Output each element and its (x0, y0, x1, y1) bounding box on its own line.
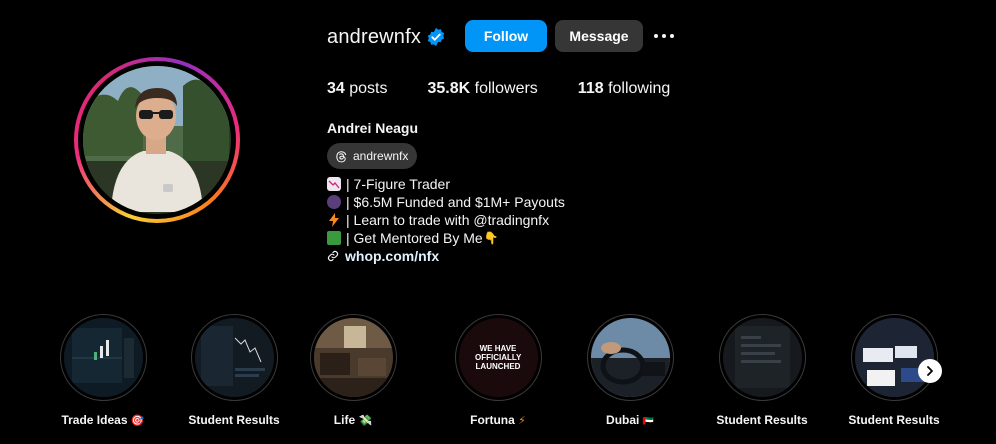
dot (662, 34, 666, 38)
verified-badge-icon (427, 27, 445, 47)
bio-text: | $6.5M Funded and $1M+ Payouts (346, 194, 565, 210)
posts-stat: 34 posts (327, 80, 388, 98)
highlight-student-results[interactable]: Student Results (184, 314, 284, 427)
following-stat[interactable]: 118 following (578, 80, 671, 98)
bio-link-text: whop.com/nfx (345, 248, 440, 264)
more-options-icon[interactable] (654, 34, 674, 38)
bio-line: | 7-Figure Trader (327, 175, 565, 193)
chevron-right-icon (927, 366, 933, 376)
bio-text: | Learn to trade with @tradingnfx (346, 212, 550, 228)
highlight-cover (854, 318, 934, 397)
highlight-label: Fortuna ⚡ (470, 413, 526, 427)
followers-label: followers (474, 80, 538, 97)
highlight-dubai[interactable]: Dubai 🇦🇪 (580, 314, 680, 427)
pointing-down-emoji-icon: 👇 (483, 231, 499, 245)
profile-avatar-ring[interactable] (74, 57, 240, 223)
threads-handle: andrewnfx (353, 149, 409, 163)
highlight-cover (722, 318, 802, 397)
link-icon (327, 250, 339, 262)
posts-count: 34 (327, 80, 345, 97)
profile-full-name: Andrei Neagu (327, 120, 419, 136)
money-emoji-icon (327, 231, 341, 245)
highlight-label: Student Results (716, 413, 808, 427)
highlight-label: Dubai 🇦🇪 (606, 413, 654, 427)
highlight-fortuna[interactable]: WE HAVE OFFICIALLY LAUNCHED Fortuna ⚡ (448, 314, 548, 427)
dot (654, 34, 658, 38)
highlight-ring (850, 314, 938, 401)
followers-stat[interactable]: 35.8K followers (428, 80, 538, 98)
highlight-trade-ideas[interactable]: Trade Ideas 🎯 (53, 314, 153, 427)
bio-line: | $6.5M Funded and $1M+ Payouts (327, 193, 565, 211)
highlights-next-button[interactable] (918, 359, 942, 383)
highlight-ring (190, 314, 278, 401)
profile-username: andrewnfx (327, 26, 422, 48)
highlight-ring (718, 314, 806, 401)
threads-icon (336, 150, 347, 162)
highlight-cover (313, 318, 393, 397)
lightning-emoji-icon (327, 213, 341, 227)
bio-line: | Learn to trade with @tradingnfx (327, 211, 565, 229)
highlight-student-results[interactable]: Student Results (712, 314, 812, 427)
highlight-cover (63, 318, 143, 397)
highlight-ring (309, 314, 397, 401)
following-label: following (608, 80, 671, 97)
posts-label: posts (349, 80, 388, 97)
highlight-ring: WE HAVE OFFICIALLY LAUNCHED (454, 314, 542, 401)
highlight-ring (59, 314, 147, 401)
highlight-label: Student Results (188, 413, 280, 427)
highlight-ring (586, 314, 674, 401)
threads-link[interactable]: andrewnfx (327, 143, 418, 169)
message-button[interactable]: Message (555, 20, 643, 52)
highlight-cover (590, 318, 670, 397)
avatar-photo (83, 66, 229, 212)
highlight-cover (194, 318, 274, 397)
follow-button[interactable]: Follow (465, 20, 547, 52)
highlight-cover: WE HAVE OFFICIALLY LAUNCHED (458, 318, 538, 397)
bio-text: | 7-Figure Trader (346, 176, 451, 192)
avatar-gap (78, 61, 236, 219)
fortuna-cover-text: WE HAVE OFFICIALLY LAUNCHED (475, 344, 522, 371)
highlight-label: Student Results (848, 413, 940, 427)
bio-text: | Get Mentored By Me (346, 230, 483, 246)
crystal-ball-emoji-icon (327, 195, 341, 209)
highlight-life[interactable]: Life 💸 (303, 314, 403, 427)
avatar (83, 66, 231, 214)
followers-count: 35.8K (427, 80, 471, 97)
highlight-label: Trade Ideas 🎯 (61, 413, 145, 427)
profile-bio: | 7-Figure Trader | $6.5M Funded and $1M… (327, 175, 565, 265)
dot (670, 34, 674, 38)
following-count: 118 (577, 80, 604, 97)
bio-line: | Get Mentored By Me 👇 (327, 229, 565, 247)
chart-emoji-icon (327, 177, 341, 191)
highlight-label: Life 💸 (333, 413, 373, 427)
profile-stats: 34 posts 35.8K followers 118 following (327, 80, 710, 98)
bio-link[interactable]: whop.com/nfx (327, 247, 565, 265)
